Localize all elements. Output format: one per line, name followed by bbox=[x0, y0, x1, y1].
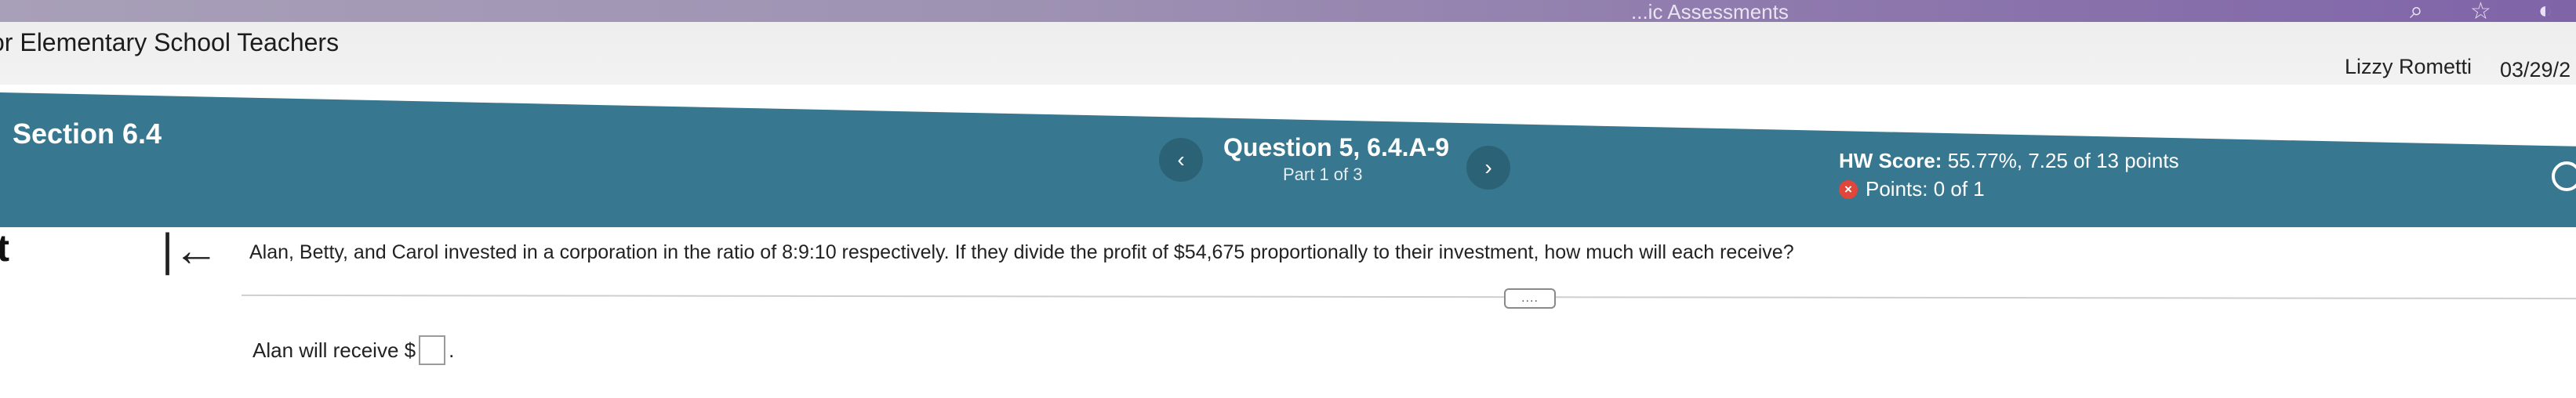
points-label: Points: 0 of 1 bbox=[1866, 177, 1985, 201]
search-icon[interactable]: ⌕ bbox=[2410, 0, 2423, 24]
question-part: Part 1 of 3 bbox=[1283, 165, 1363, 184]
answer-input[interactable] bbox=[419, 335, 446, 365]
chevron-right-icon: › bbox=[1484, 155, 1492, 179]
page-header: or Elementary School Teachers bbox=[0, 22, 2576, 85]
quiz-header-content: Section 6.4 ‹ Question 5, 6.4.A-9 Part 1… bbox=[0, 92, 2576, 227]
hw-score-value: 55.77%, 7.25 of 13 points bbox=[1947, 149, 2179, 172]
course-title: or Elementary School Teachers bbox=[0, 28, 340, 56]
previous-question-button[interactable]: ‹ bbox=[1159, 138, 1203, 182]
left-panel-fragment: t bbox=[0, 228, 9, 270]
extension-icon[interactable]: ◐ bbox=[2538, 0, 2552, 24]
next-question-button[interactable]: › bbox=[1466, 146, 1510, 190]
question-title: Question 5, 6.4.A-9 bbox=[1223, 133, 1450, 161]
settings-icon[interactable] bbox=[2552, 161, 2576, 191]
answer-suffix: . bbox=[449, 338, 455, 362]
browser-tab-title[interactable]: ...ic Assessments bbox=[1631, 0, 1789, 24]
answer-prompt: Alan will receive $ bbox=[253, 338, 416, 362]
current-date: 03/29/2 bbox=[2500, 58, 2571, 81]
incorrect-icon: × bbox=[1839, 179, 1858, 199]
user-name[interactable]: Lizzy Rometti bbox=[2345, 55, 2472, 79]
question-text: Alan, Betty, and Carol invested in a cor… bbox=[249, 241, 1794, 263]
star-icon[interactable]: ☆ bbox=[2470, 0, 2491, 25]
answer-row: Alan will receive $ . bbox=[253, 335, 454, 365]
collapse-panel-icon[interactable]: |← bbox=[162, 224, 219, 277]
browser-toolbar-icons: ⌕ ☆ ◐ bbox=[2410, 0, 2552, 25]
content-divider bbox=[242, 294, 2576, 300]
chevron-left-icon: ‹ bbox=[1177, 147, 1185, 172]
expand-more-button[interactable]: .... bbox=[1504, 288, 1556, 309]
question-points: × Points: 0 of 1 bbox=[1839, 177, 1985, 201]
question-content: t |← Alan, Betty, and Carol invested in … bbox=[0, 224, 2576, 398]
browser-tab-strip: ...ic Assessments ⌕ ☆ ◐ bbox=[0, 0, 2576, 25]
section-title: Section 6.4 bbox=[13, 118, 162, 150]
hw-score: HW Score: 55.77%, 7.25 of 13 points bbox=[1839, 149, 2179, 173]
hw-score-label: HW Score: bbox=[1839, 149, 1942, 172]
